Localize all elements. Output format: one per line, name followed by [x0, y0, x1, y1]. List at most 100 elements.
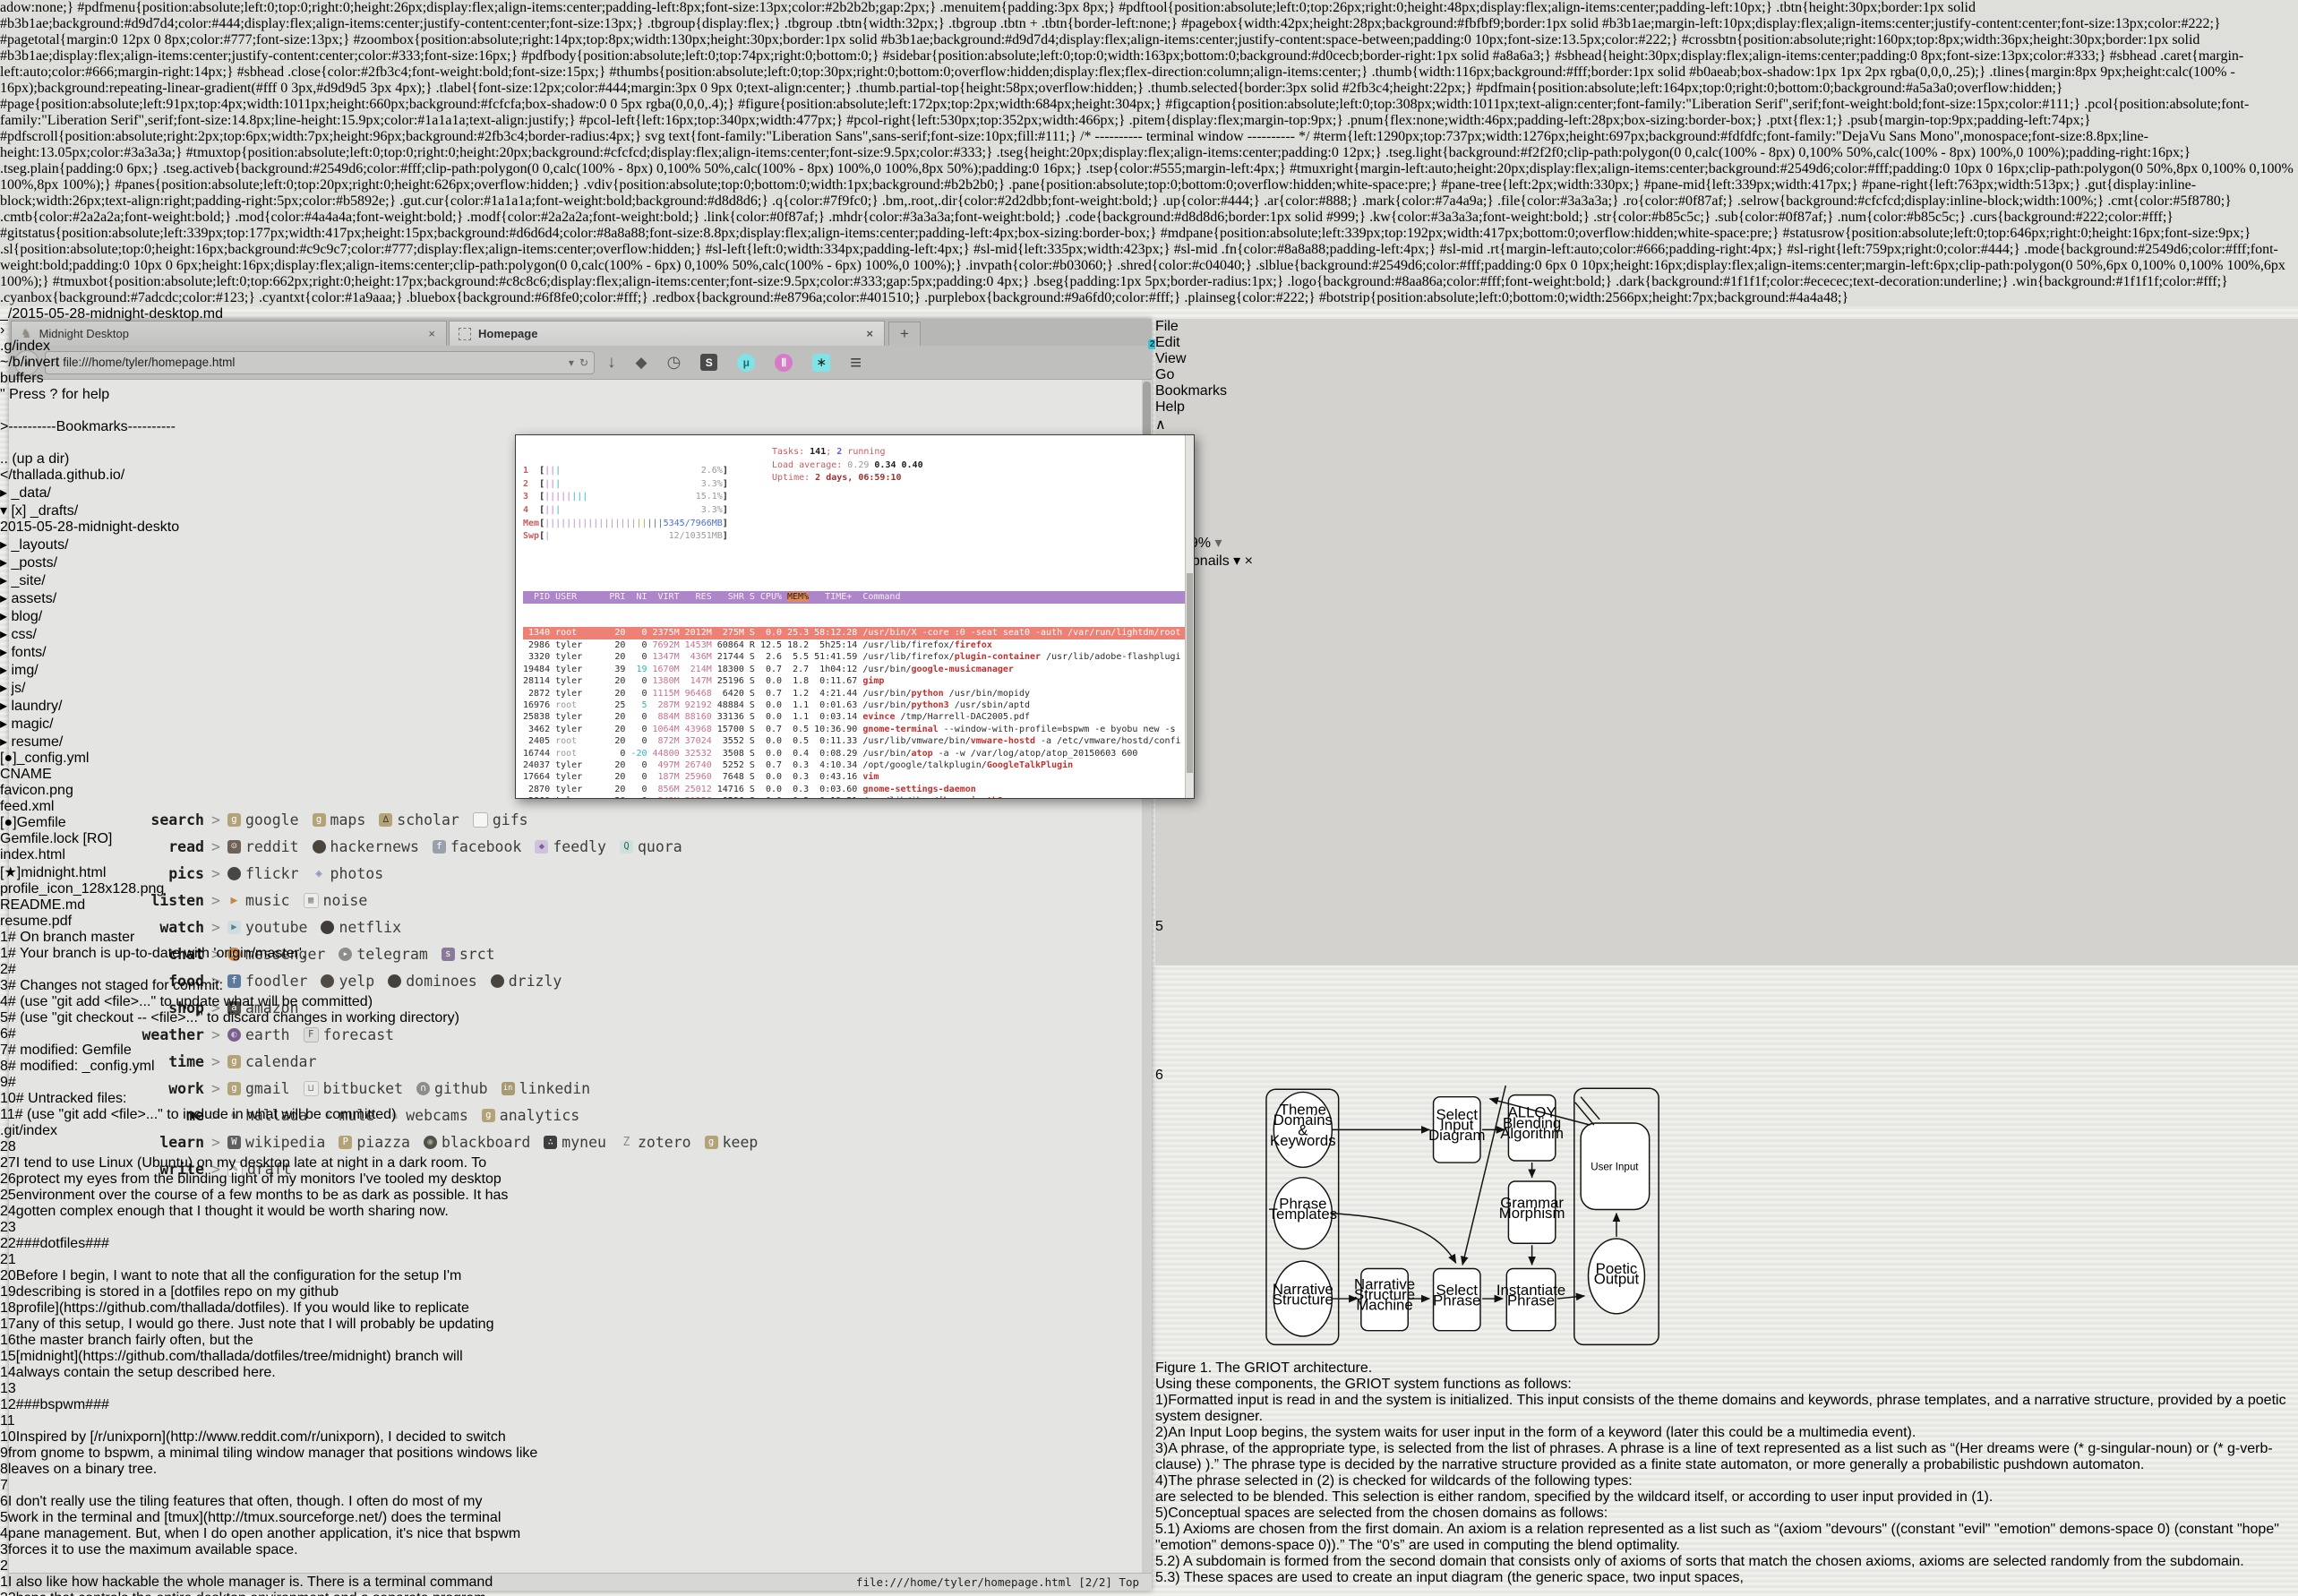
process-row[interactable]: 24037 tyler 20 0 497M 26740 5252 S 0.7 0… [523, 759, 1185, 771]
scrollbar-thumb[interactable] [1187, 573, 1193, 773]
pdf-toolbar: ∧ ∨ 7 of 11 ‹ › ⊕ 116.89% ▾ [1155, 416, 2298, 552]
link-feedly[interactable]: ◆feedly [535, 838, 606, 855]
link-zotero[interactable]: Zzotero [620, 1134, 691, 1151]
menu-view[interactable]: View [1155, 351, 2298, 367]
process-row[interactable]: 2870 tyler 20 0 856M 25012 14716 S 0.0 0… [523, 784, 1185, 795]
menu-help[interactable]: Help [1155, 399, 2298, 416]
pdf-text-right-column: are selected to be blended. This selecti… [1155, 1489, 2298, 1586]
tmux-window-1[interactable]: _/2015-05-28-midnight-desktop.md [0, 306, 537, 322]
history-back-button[interactable]: ‹ [1155, 484, 2298, 500]
myneu-favicon: ∴ [544, 1136, 557, 1149]
process-row[interactable]: 2872 tyler 20 0 1115M 96468 6420 S 0.7 1… [523, 688, 1185, 699]
zotero-favicon: Z [620, 1136, 633, 1149]
tmux-window-3-active[interactable]: ~/b/invert [0, 355, 537, 371]
node-narrative-structure: NarrativeStructure [1273, 1281, 1333, 1309]
thumbnail-page-4[interactable] [1155, 638, 2298, 770]
thumbnail-page-3[interactable] [1155, 570, 2298, 622]
process-row[interactable]: 3462 tyler 20 0 1064M 43968 15700 S 0.7 … [523, 724, 1185, 735]
node-poetic-output: PoeticOutput [1594, 1260, 1640, 1288]
menu-hamburger-icon[interactable]: ≡ [850, 351, 862, 374]
history-forward-button[interactable]: › [1155, 500, 2298, 516]
thumbnail-label: 6 [1155, 1068, 2298, 1084]
menu-bookmarks[interactable]: Bookmarks [1155, 383, 2298, 399]
tmux-window-2[interactable]: .g/index [0, 339, 537, 355]
terminal-window: _/2015-05-28-midnight-desktop.md › .g/in… [0, 306, 537, 1596]
zoom-select[interactable]: 116.89% ▾ [1155, 534, 2298, 552]
process-row[interactable]: 25838 tyler 20 0 884M 88160 33136 S 0.0 … [523, 711, 1185, 723]
menu-edit[interactable]: Edit [1155, 335, 2298, 351]
thumbnail-label: 4 [1155, 770, 2298, 786]
node-theme-domains: ThemeDomains&Keywords [1270, 1102, 1336, 1150]
page-total-label: of 11 [1155, 468, 2298, 484]
pdf-page-view: ThemeDomains&Keywords PhraseTemplates Na… [1155, 1084, 2298, 1586]
pdf-text-left-column: Using these components, the GRIOT system… [1155, 1377, 2298, 1489]
process-row[interactable]: 3320 tyler 20 0 1347M 436M 21744 S 2.6 5… [523, 651, 1185, 663]
sub-list-item: 5.3) These spaces are used to create an … [1155, 1570, 2298, 1586]
sub-list-item: 5.1) Axioms are chosen from the first do… [1155, 1522, 2298, 1554]
pdf-viewer-window: FileEditViewGoBookmarksHelp ∧ ∨ 7 of 11 … [1155, 319, 2298, 965]
process-row[interactable]: 16744 root 0 -20 44800 32532 3508 S 0.0 … [523, 748, 1185, 759]
process-row[interactable]: 17664 tyler 20 0 187M 25960 7648 S 0.0 0… [523, 771, 1185, 783]
tab-close-icon[interactable]: × [864, 327, 875, 340]
extension-puzzle-icon[interactable]: ◆ [636, 354, 647, 372]
process-row[interactable]: 16976 root 25 5 287M 92192 48884 S 0.0 1… [523, 699, 1185, 711]
umatrix-icon[interactable]: μ [737, 354, 755, 372]
quora-favicon: Q [620, 840, 633, 854]
menu-go[interactable]: Go [1155, 367, 2298, 383]
process-row[interactable]: 19484 tyler 39 19 1670M 214M 18300 S 0.7… [523, 664, 1185, 675]
scrapbook-icon[interactable]: S [700, 354, 717, 371]
process-row[interactable]: 2986 tyler 20 0 7692M 1453M 60864 R 12.5… [523, 639, 1185, 651]
pdf-page: ThemeDomains&Keywords PhraseTemplates Na… [1155, 1084, 2298, 1586]
process-row[interactable]: 2405 root 20 0 872M 37024 3552 S 0.0 0.5… [523, 735, 1185, 747]
link-keep[interactable]: gkeep [705, 1134, 759, 1151]
numbered-list-item: 2)An Input Loop begins, the system waits… [1155, 1425, 2298, 1441]
link-myneu[interactable]: ∴myneu [544, 1134, 606, 1151]
download-icon[interactable]: ↓ [607, 353, 616, 373]
url-dropdown-icon[interactable]: ▾ [569, 356, 574, 369]
markdown-pane[interactable]: 2827I tend to use Linux (Ubuntu) on my d… [0, 1139, 537, 1596]
history-clock-icon[interactable]: ◷ [667, 353, 682, 372]
pdf-menubar: FileEditViewGoBookmarksHelp [1155, 319, 2298, 416]
git-pane-statusline: .git/index [0, 1123, 537, 1139]
tmux-separator: › [0, 322, 537, 339]
nerdtree-pane[interactable]: " Press ? for help >----------Bookmarks-… [0, 387, 537, 930]
process-table[interactable]: 1340 root 20 0 2375M 2012M 275M S 0.0 25… [523, 627, 1185, 799]
thumbnail-page-6[interactable] [1155, 935, 2298, 1068]
process-row[interactable]: 2860 tyler 20 0 542M 21256 9536 S 0.0 0.… [523, 795, 1185, 799]
thumbnail-label: 3 [1155, 622, 2298, 638]
htop-scrollbar[interactable] [1185, 435, 1194, 798]
sidebar-close-icon[interactable]: × [1245, 553, 1253, 569]
node-narrative-structure-machine: NarrativeStructureMachine [1354, 1276, 1415, 1314]
git-status-pane[interactable]: 1# On branch master1# Your branch is up-… [0, 930, 537, 1123]
node-user-input: User Input [1591, 1162, 1639, 1172]
menu-file[interactable]: File [1155, 319, 2298, 335]
link-quora[interactable]: Qquora [620, 838, 682, 855]
process-row[interactable]: 1340 root 20 0 2375M 2012M 275M S 0.0 25… [523, 627, 1185, 639]
htop-window: 1 [||| 2.6%]2 [||| 3.3%]3 [|||||||| 15.1… [515, 434, 1195, 799]
sub-list-item: 5.2) A subdomain is formed from the seco… [1155, 1554, 2298, 1570]
annotation-crosshair-button[interactable]: ⊕ [1155, 516, 2298, 534]
adblock-asterisk-icon[interactable]: ∗ [812, 354, 830, 372]
tasks-summary: Tasks: 141; 2 runningLoad average: 0.29 … [772, 446, 923, 485]
pill-extension-icon[interactable]: Ⅱ21 [775, 354, 793, 372]
process-table-header[interactable]: PID USER PRI NI VIRT RES SHR S CPU% MEM%… [523, 591, 1185, 603]
process-row[interactable]: 28114 tyler 20 0 1380M 147M 25196 S 0.0 … [523, 675, 1185, 687]
figure-caption: Figure 1. The GRIOT architecture. [1155, 1360, 2298, 1377]
page-down-button[interactable]: ∨ [1155, 433, 2298, 451]
keep-favicon: g [705, 1136, 718, 1149]
new-tab-button[interactable]: + [888, 322, 921, 346]
node-select-phrase: SelectPhrase [1433, 1282, 1480, 1309]
thumbnails-sidebar: Thumbnails ▾ × 3456 [1155, 552, 2298, 1084]
griot-architecture-figure: ThemeDomains&Keywords PhraseTemplates Na… [1155, 1084, 2298, 1360]
tmux-buffers-label[interactable]: buffers [0, 371, 537, 387]
sidebar-dropdown-icon[interactable]: ▾ [1233, 553, 1240, 569]
numbered-list-item: 4)The phrase selected in (2) is checked … [1155, 1473, 2298, 1489]
page-up-button[interactable]: ∧ [1155, 416, 2298, 433]
figure-svg: ThemeDomains&Keywords PhraseTemplates Na… [1155, 1084, 1768, 1356]
thumbnail-label: 5 [1155, 919, 2298, 935]
thumbnail-page-5[interactable] [1155, 786, 2298, 919]
page-number-input[interactable]: 7 [1155, 451, 2298, 468]
reload-icon[interactable]: ↻ [579, 356, 588, 369]
node-grammar-morphism: GrammarMorphism [1499, 1194, 1565, 1222]
numbered-list-item: 1)Formatted input is read in and the sys… [1155, 1393, 2298, 1425]
